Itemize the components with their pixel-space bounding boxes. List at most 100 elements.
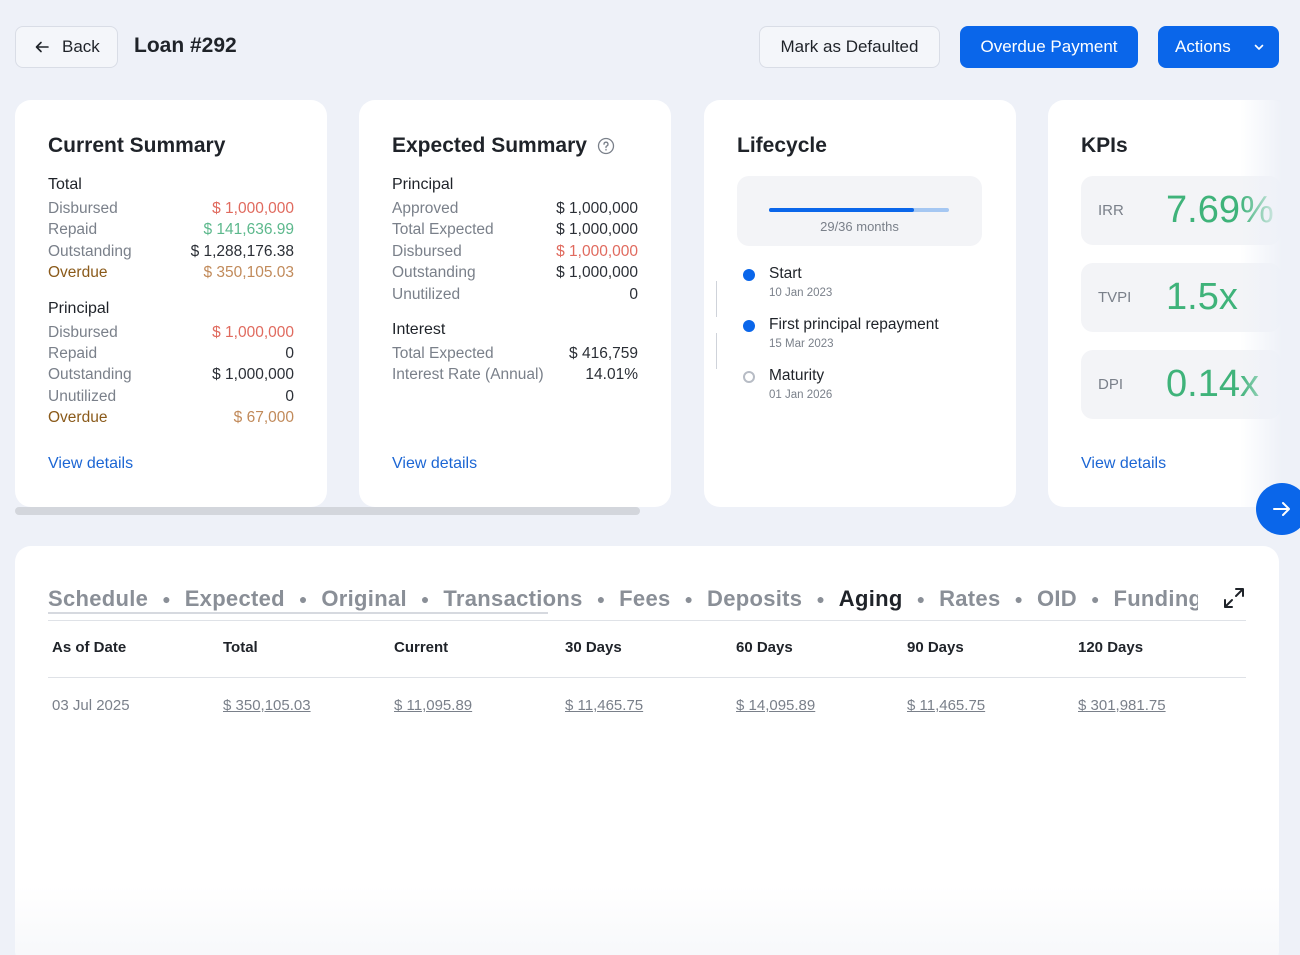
tab-original[interactable]: Original — [321, 586, 407, 612]
tab-schedule[interactable]: Schedule — [48, 586, 148, 612]
cell-amount-link[interactable]: $ 11,465.75 — [565, 697, 643, 714]
progress-track — [769, 208, 949, 212]
row-value: $ 1,288,176.38 — [190, 242, 294, 260]
view-details-link[interactable]: View details — [392, 455, 477, 473]
column-header: 120 Days — [1078, 639, 1144, 656]
principal-section-title: Principal — [48, 299, 110, 317]
summary-row: Disbursed $ 1,000,000 — [48, 198, 294, 219]
help-icon[interactable] — [597, 137, 615, 155]
overdue-payment-button[interactable]: Overdue Payment — [960, 26, 1138, 68]
kpi-value: 1.5x — [1166, 276, 1238, 318]
row-value: 0 — [285, 387, 294, 405]
event-date: 10 Jan 2023 — [769, 287, 833, 299]
view-details-link[interactable]: View details — [48, 455, 133, 473]
row-value: $ 1,000,000 — [212, 200, 294, 217]
row-label: Repaid — [48, 221, 98, 239]
event-title: Start — [769, 265, 802, 282]
column-header: 90 Days — [907, 639, 964, 656]
chevron-down-icon — [1254, 44, 1264, 50]
row-value: $ 141,636.99 — [203, 221, 294, 239]
tab-divider — [48, 620, 1246, 621]
current-summary-card: Current Summary Total Disbursed $ 1,000,… — [15, 100, 327, 507]
summary-row: Approved $ 1,000,000 — [392, 198, 638, 219]
table-row: 03 Jul 2025 $ 350,105.03 $ 11,095.89 $ 1… — [48, 697, 1246, 719]
summary-row: Unutilized 0 — [392, 284, 638, 305]
row-label: Disbursed — [48, 200, 118, 217]
timeline-event: Maturity 01 Jan 2026 — [743, 366, 983, 404]
carousel-fade — [1240, 95, 1300, 515]
table-header: As of Date Total Current 30 Days 60 Days… — [48, 639, 1246, 661]
lifecycle-title: Lifecycle — [737, 134, 827, 157]
column-header: As of Date — [52, 639, 127, 656]
tab-deposits[interactable]: Deposits — [707, 586, 802, 612]
row-label: Unutilized — [392, 285, 461, 303]
tab-fees[interactable]: Fees — [619, 586, 670, 612]
row-value: $ 1,000,000 — [556, 200, 638, 217]
lifecycle-card: Lifecycle 29/36 months Start 10 Jan 2023… — [704, 100, 1016, 507]
detail-panel: Schedule ● Expected ● Original ● Transac… — [15, 546, 1279, 955]
tab-separator: ● — [916, 591, 926, 607]
row-value: $ 416,759 — [569, 345, 638, 363]
summary-row: Unutilized 0 — [48, 386, 294, 407]
arrow-left-icon — [35, 41, 49, 53]
cell-amount-link[interactable]: $ 14,095.89 — [736, 697, 815, 714]
tab-aging[interactable]: Aging — [839, 586, 903, 612]
row-label: Total Expected — [392, 221, 494, 239]
kpi-label: IRR — [1098, 202, 1124, 219]
cell-date: 03 Jul 2025 — [52, 697, 130, 714]
total-section-title: Total — [48, 176, 82, 193]
event-title: Maturity — [769, 367, 825, 384]
column-header: Total — [223, 639, 258, 656]
cell-amount-link[interactable]: $ 350,105.03 — [223, 697, 311, 714]
expected-summary-heading: Expected Summary — [392, 134, 638, 158]
row-value: $ 1,000,000 — [556, 221, 638, 239]
tab-separator: ● — [162, 591, 171, 607]
mark-as-defaulted-button[interactable]: Mark as Defaulted — [759, 26, 940, 68]
summary-row: Total Expected $ 416,759 — [392, 343, 638, 364]
back-label: Back — [62, 37, 100, 56]
progress-fill — [769, 208, 914, 212]
row-label: Outstanding — [48, 366, 132, 384]
back-button[interactable]: Back — [15, 26, 118, 68]
tab-transactions[interactable]: Transactions — [443, 586, 582, 612]
event-title: First principal repayment — [769, 316, 939, 333]
tab-separator: ● — [298, 591, 308, 607]
cell-amount-link[interactable]: $ 301,981.75 — [1078, 697, 1166, 714]
interest-section-title: Interest — [392, 321, 446, 339]
view-details-link[interactable]: View details — [1081, 455, 1166, 473]
progress-label: 29/36 months — [820, 219, 899, 234]
column-header: 60 Days — [736, 639, 793, 656]
column-header: Current — [394, 639, 449, 656]
row-label: Overdue — [48, 264, 108, 282]
summary-row: Total Expected $ 1,000,000 — [392, 219, 638, 240]
row-label: Interest Rate (Annual) — [392, 366, 544, 384]
kpi-label: DPI — [1098, 376, 1124, 393]
tab-oid[interactable]: OID — [1037, 586, 1077, 612]
tab-funding-sources[interactable]: Funding Sc — [1113, 586, 1198, 612]
cell-amount-link[interactable]: $ 11,465.75 — [907, 697, 985, 714]
horizontal-scrollbar[interactable] — [15, 507, 640, 515]
page-header: Back Loan #292 Mark as Defaulted Overdue… — [15, 26, 1279, 68]
event-date: 15 Mar 2023 — [769, 338, 834, 350]
summary-row: Interest Rate (Annual) 14.01% — [392, 364, 638, 385]
current-summary-title: Current Summary — [48, 134, 226, 157]
arrow-right-icon — [1273, 502, 1290, 516]
tab-expected[interactable]: Expected — [185, 586, 285, 612]
tab-rates[interactable]: Rates — [939, 586, 1000, 612]
column-header: 30 Days — [565, 639, 622, 656]
timeline-event: First principal repayment 15 Mar 2023 — [743, 315, 983, 353]
event-pending-dot — [743, 371, 755, 383]
tab-scroll-indicator — [48, 612, 548, 614]
actions-dropdown-button[interactable]: Actions — [1158, 26, 1279, 68]
summary-row: Disbursed $ 1,000,000 — [392, 241, 638, 262]
row-label: Disbursed — [392, 242, 462, 260]
row-label: Disbursed — [48, 323, 118, 341]
row-label: Approved — [392, 200, 459, 217]
event-date: 01 Jan 2026 — [769, 389, 833, 401]
cell-amount-link[interactable]: $ 11,095.89 — [394, 697, 472, 714]
timeline-connector — [716, 281, 717, 317]
timeline-connector — [716, 333, 717, 369]
carousel-next-button[interactable] — [1256, 483, 1300, 535]
actions-label: Actions — [1175, 37, 1231, 56]
expand-icon[interactable] — [1222, 586, 1246, 610]
